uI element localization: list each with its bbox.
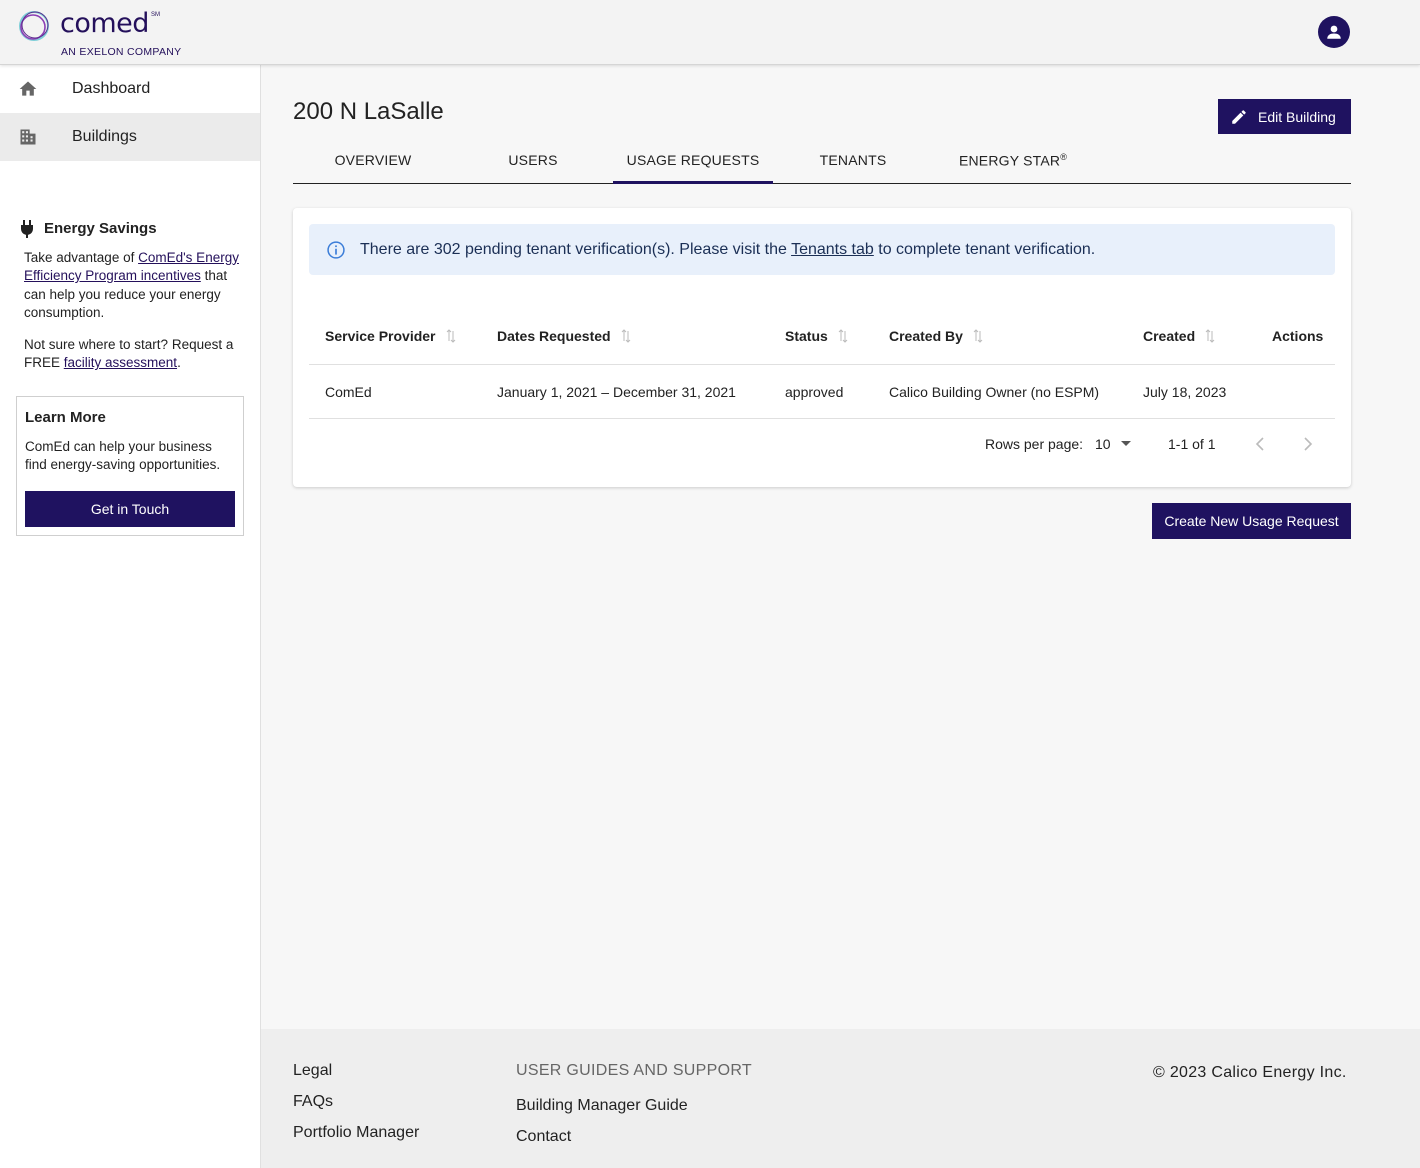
column-dates-requested[interactable]: Dates Requested: [497, 308, 631, 364]
energy-text-start: Take advantage of: [24, 249, 139, 265]
logo-ring-icon: [19, 11, 49, 41]
cell-created-by: Calico Building Owner (no ESPM): [889, 383, 1100, 400]
caret-down-icon: [1120, 441, 1131, 446]
column-status[interactable]: Status: [785, 308, 848, 364]
home-icon: [0, 79, 72, 99]
get-in-touch-button[interactable]: Get in Touch: [25, 491, 235, 527]
table-row[interactable]: ComEd January 1, 2021 – December 31, 202…: [309, 365, 1335, 419]
column-created-by[interactable]: Created By: [889, 308, 983, 364]
tab-energy-star[interactable]: ENERGY STAR®: [933, 137, 1093, 184]
learn-more-card: Learn More ComEd can help your business …: [16, 396, 244, 536]
column-label: Created: [1143, 328, 1196, 344]
footer-link-building-manager-guide[interactable]: Building Manager Guide: [516, 1097, 688, 1115]
energy-savings-heading: Energy Savings: [20, 220, 239, 239]
logo-wordmark: comed: [60, 8, 149, 39]
pagination-range: 1-1 of 1: [1168, 436, 1216, 452]
registered-mark: ®: [1060, 152, 1068, 162]
rows-per-page-label: Rows per page:: [985, 436, 1084, 452]
footer-copyright: © 2023 Calico Energy Inc.: [1153, 1064, 1347, 1081]
sidebar-item-label: Buildings: [72, 128, 137, 145]
cell-status: approved: [785, 383, 844, 400]
energy-savings-title: Energy Savings: [44, 220, 157, 237]
sort-icon[interactable]: [838, 329, 848, 343]
sidebar: Dashboard Buildings Energy Savings Take …: [0, 65, 261, 1168]
column-label: Dates Requested: [497, 328, 611, 344]
column-actions: Actions: [1272, 328, 1324, 344]
learn-more-text: ComEd can help your business find energy…: [25, 439, 221, 472]
plug-icon: [21, 220, 33, 239]
sort-icon[interactable]: [973, 329, 983, 343]
edit-building-button[interactable]: Edit Building: [1218, 99, 1351, 134]
logo-tagline: AN EXELON COMPANY: [61, 46, 182, 58]
edit-building-label: Edit Building: [1258, 108, 1336, 125]
footer: Legal FAQs Portfolio Manager USER GUIDES…: [261, 1029, 1420, 1168]
footer-link-faqs[interactable]: FAQs: [293, 1093, 333, 1111]
create-usage-request-button[interactable]: Create New Usage Request: [1152, 503, 1351, 539]
tab-energy-star-label: ENERGY STAR: [958, 152, 1061, 169]
building-tabs: OVERVIEW USERS USAGE REQUESTS TENANTS EN…: [293, 137, 1351, 184]
usage-requests-card: There are 302 pending tenant verificatio…: [293, 208, 1351, 487]
assessment-text: Not sure where to start? Request a FREE …: [24, 336, 239, 373]
sidebar-item-dashboard[interactable]: Dashboard: [0, 65, 260, 113]
cell-created: July 18, 2023: [1143, 383, 1227, 400]
top-bar: comed SM AN EXELON COMPANY: [0, 0, 1420, 65]
tab-usage-requests[interactable]: USAGE REQUESTS: [613, 137, 773, 184]
pencil-icon: [1232, 109, 1246, 124]
tab-users[interactable]: USERS: [453, 137, 613, 184]
next-page-button[interactable]: [1303, 419, 1313, 469]
info-icon: [327, 240, 345, 259]
person-icon: [1327, 25, 1341, 39]
column-label: Service Provider: [325, 328, 436, 344]
table-header: Service Provider Dates Requested Status …: [309, 308, 1335, 365]
tenants-tab-link[interactable]: Tenants tab: [791, 241, 874, 258]
sort-icon[interactable]: [621, 329, 631, 343]
footer-support-heading: USER GUIDES AND SUPPORT: [516, 1062, 752, 1079]
sidebar-item-buildings[interactable]: Buildings: [0, 113, 260, 161]
energy-savings-text: Take advantage of ComEd's Energy Efficie…: [24, 249, 239, 323]
learn-more-title: Learn More: [25, 409, 106, 426]
cell-service-provider: ComEd: [325, 383, 372, 400]
user-avatar-button[interactable]: [1318, 16, 1350, 48]
chevron-left-icon: [1255, 437, 1264, 451]
rows-per-page-select[interactable]: 10: [1095, 419, 1131, 469]
building-icon: [0, 127, 72, 147]
table-pagination: Rows per page: 10 1-1 of 1: [309, 419, 1335, 469]
alert-text-end: to complete tenant verification.: [873, 240, 1096, 258]
energy-savings-panel: Energy Savings Take advantage of ComEd's…: [21, 220, 239, 386]
footer-link-portfolio-manager[interactable]: Portfolio Manager: [293, 1124, 419, 1142]
sort-icon[interactable]: [1205, 329, 1215, 343]
sort-icon[interactable]: [446, 329, 456, 343]
tab-tenants[interactable]: TENANTS: [773, 137, 933, 184]
facility-assessment-link[interactable]: facility assessment: [64, 355, 177, 370]
sidebar-item-label: Dashboard: [72, 80, 151, 97]
column-label: Status: [785, 328, 828, 344]
page-title: 200 N LaSalle: [293, 98, 444, 125]
previous-page-button[interactable]: [1255, 419, 1265, 469]
column-label: Created By: [889, 328, 963, 344]
tenant-verification-alert: There are 302 pending tenant verificatio…: [309, 224, 1335, 275]
rows-per-page-value: 10: [1095, 436, 1111, 452]
column-created[interactable]: Created: [1143, 308, 1215, 364]
chevron-right-icon: [1304, 437, 1313, 451]
footer-link-legal[interactable]: Legal: [293, 1062, 332, 1080]
alert-text-start: There are 302 pending tenant verificatio…: [360, 240, 792, 258]
footer-link-contact[interactable]: Contact: [516, 1128, 571, 1146]
logo-service-mark: SM: [151, 12, 160, 18]
comed-logo[interactable]: comed SM AN EXELON COMPANY: [16, 6, 196, 60]
tab-overview[interactable]: OVERVIEW: [293, 137, 453, 184]
assessment-text-end: .: [177, 355, 181, 370]
cell-dates-requested: January 1, 2021 – December 31, 2021: [497, 383, 736, 400]
column-service-provider[interactable]: Service Provider: [325, 308, 456, 364]
alert-text: There are 302 pending tenant verificatio…: [360, 241, 1095, 259]
